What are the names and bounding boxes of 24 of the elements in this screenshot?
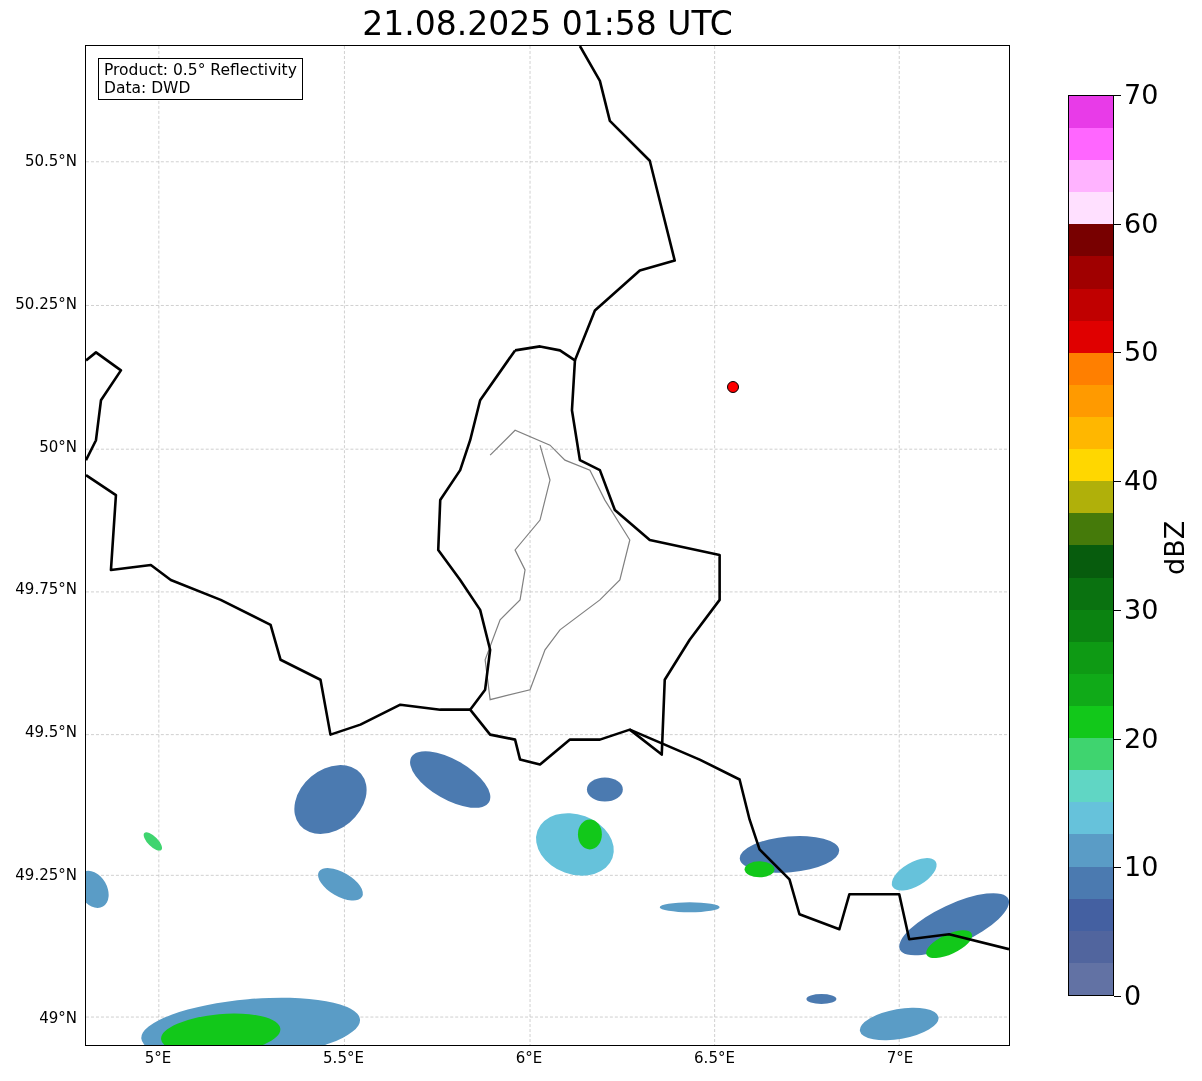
axis-tick-label: 50.25°N: [15, 294, 77, 313]
colorbar-tick-label: 20: [1114, 723, 1159, 754]
colorbar-label: dBZ: [1160, 520, 1190, 575]
colorbar-tick-label: 60: [1114, 208, 1159, 239]
axis-tick-label: 50.5°N: [24, 152, 77, 170]
colorbar-tick-label: 0: [1114, 981, 1142, 1011]
axis-tick-label: 6°E: [515, 1049, 543, 1067]
chart-title: 21.08.2025 01:58 UTC: [361, 3, 734, 45]
axis-tick-label: 49.5°N: [24, 723, 77, 742]
axis-tick-label: 49°N: [39, 1008, 77, 1027]
axis-tick-label: 5.5°E: [323, 1049, 364, 1067]
legend-text: Data: DWD: [104, 79, 192, 97]
colorbar-tick-label: 30: [1114, 594, 1159, 625]
axis-tick-label: 6.5°E: [694, 1049, 735, 1067]
axis-tick-label: 49.25°N: [15, 866, 77, 884]
colorbar-tick-label: 40: [1114, 466, 1159, 497]
axis-tick-label: 50°N: [39, 437, 77, 456]
axis-tick-label: 5°E: [144, 1049, 172, 1067]
colorbar-tick-label: 50: [1114, 337, 1159, 368]
colorbar-tick-label: 10: [1114, 852, 1159, 883]
colorbar-tick-label: 70: [1114, 80, 1159, 110]
axis-tick-label: 7°E: [886, 1049, 914, 1067]
legend-text: Product: 0.5° Reflectivity: [104, 61, 297, 79]
axis-tick-label: 49.75°N: [15, 580, 77, 599]
